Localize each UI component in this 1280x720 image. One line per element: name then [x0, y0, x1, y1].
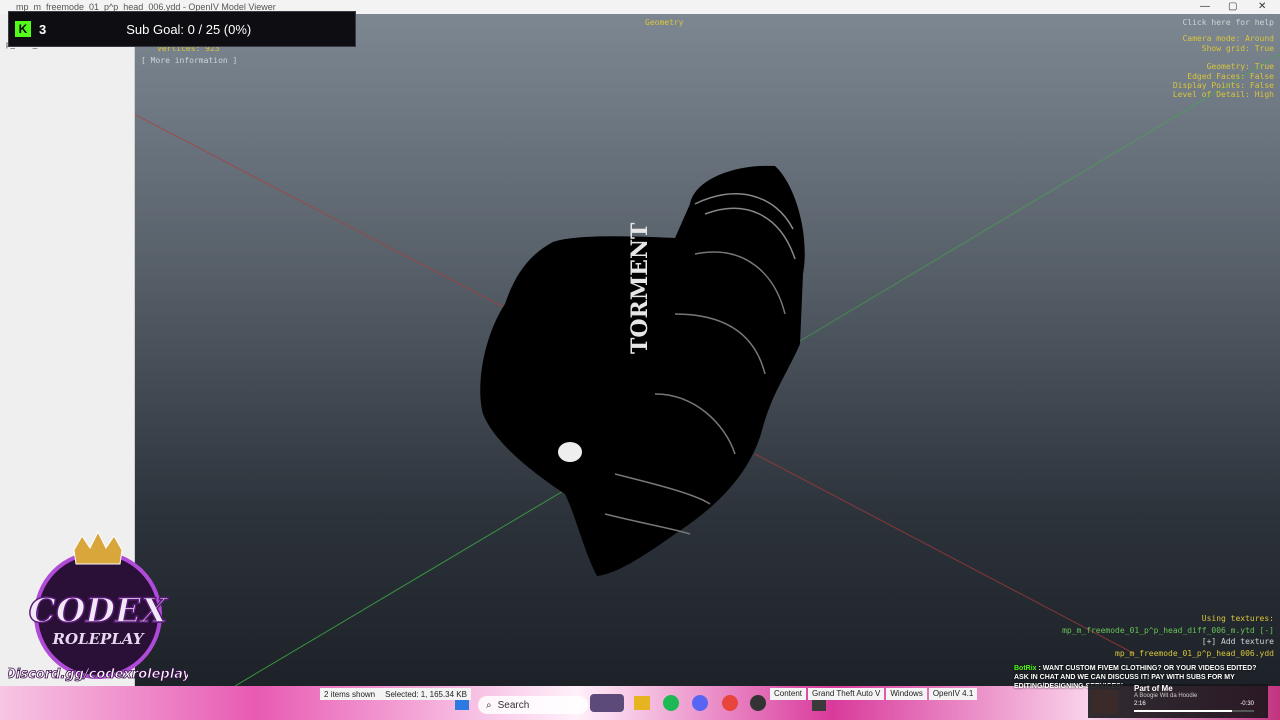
chrome-icon: [722, 695, 738, 711]
texture-file-item[interactable]: mp_m_freemode_01_p^p_head_diff_006_m.ytd…: [1062, 626, 1274, 636]
progress-fill: [1134, 710, 1233, 712]
taskbar-app-icon: [590, 694, 624, 712]
explorer-statusbar: 2 items shown Selected: 1, 165.34 KB: [320, 688, 471, 700]
song-artist: A Boogie Wit da Hoodie: [1134, 693, 1198, 699]
svg-text:Discord.gg/codexroleplay: Discord.gg/codexroleplay: [8, 667, 188, 682]
geometry-toggle[interactable]: Geometry: True: [1207, 62, 1274, 72]
kick-logo-icon: K: [15, 21, 31, 37]
taskbar-app-openiv[interactable]: OpenIV 4.1: [928, 688, 978, 700]
now-playing-widget: Part of Me A Boogie Wit da Hoodie 2:16 -…: [1088, 684, 1268, 718]
taskbar-search[interactable]: ⌕ Search: [478, 696, 588, 714]
using-textures-label: Using textures:: [1201, 614, 1274, 623]
progress-track: [1134, 710, 1254, 712]
model-viewport[interactable]: TORMENT Geometry Vertices: 923 [ More in…: [135, 14, 1280, 686]
close-button[interactable]: ✕: [1258, 1, 1266, 12]
elapsed-time: 2:16: [1134, 701, 1146, 707]
minimize-button[interactable]: —: [1200, 1, 1210, 12]
remaining-time: -0:30: [1240, 701, 1254, 707]
search-icon: ⌕: [486, 699, 492, 711]
add-texture-button[interactable]: [+] Add texture: [1202, 637, 1274, 647]
svg-text:ROLEPLAY: ROLEPLAY: [52, 630, 145, 648]
svg-text:CODEX: CODEX: [29, 591, 169, 631]
kick-count: 3: [39, 21, 47, 37]
taskbar-app-content[interactable]: Content: [770, 688, 807, 700]
camera-mode[interactable]: Camera mode: Around: [1182, 34, 1274, 44]
maximize-button[interactable]: ▢: [1228, 1, 1237, 12]
chat-user: BotRix: [1014, 665, 1037, 672]
taskbar-app-labels: Content Grand Theft Auto V Windows OpenI…: [770, 688, 978, 700]
geometry-tab[interactable]: Geometry: [645, 18, 684, 28]
song-title: Part of Me: [1134, 684, 1173, 693]
selected-info: Selected: 1, 165.34 KB: [385, 689, 467, 699]
more-info-link[interactable]: [ More information ]: [141, 56, 237, 66]
help-link[interactable]: Click here for help: [1182, 18, 1274, 28]
spotify-icon: [663, 695, 679, 711]
show-grid[interactable]: Show grid: True: [1202, 44, 1274, 54]
items-shown: 2 items shown: [324, 689, 376, 699]
hat-button: [558, 442, 582, 462]
album-art: [1092, 690, 1118, 714]
hat-logo-text: TORMENT: [627, 222, 653, 354]
discord-icon: [692, 695, 708, 711]
sub-goal-text: Sub Goal: 0 / 25 (0%): [126, 21, 252, 37]
codex-roleplay-logo: CODEX ROLEPLAY Discord.gg/codexroleplay: [8, 530, 188, 682]
search-label: Search: [497, 699, 530, 711]
hat-model: TORMENT: [480, 165, 805, 576]
crown-icon: [73, 530, 123, 565]
level-of-detail[interactable]: Level of Detail: High: [1173, 90, 1274, 100]
model-file-label: mp_m_freemode_01_p^p_head_006.ydd: [1115, 649, 1274, 658]
kick-goal-overlay: K 3 Sub Goal: 0 / 25 (0%): [8, 11, 356, 47]
obs-icon: [750, 695, 766, 711]
folder-icon: [634, 696, 650, 710]
taskbar-app-windows[interactable]: Windows: [886, 688, 927, 700]
taskbar-app-gta[interactable]: Grand Theft Auto V: [808, 688, 885, 700]
